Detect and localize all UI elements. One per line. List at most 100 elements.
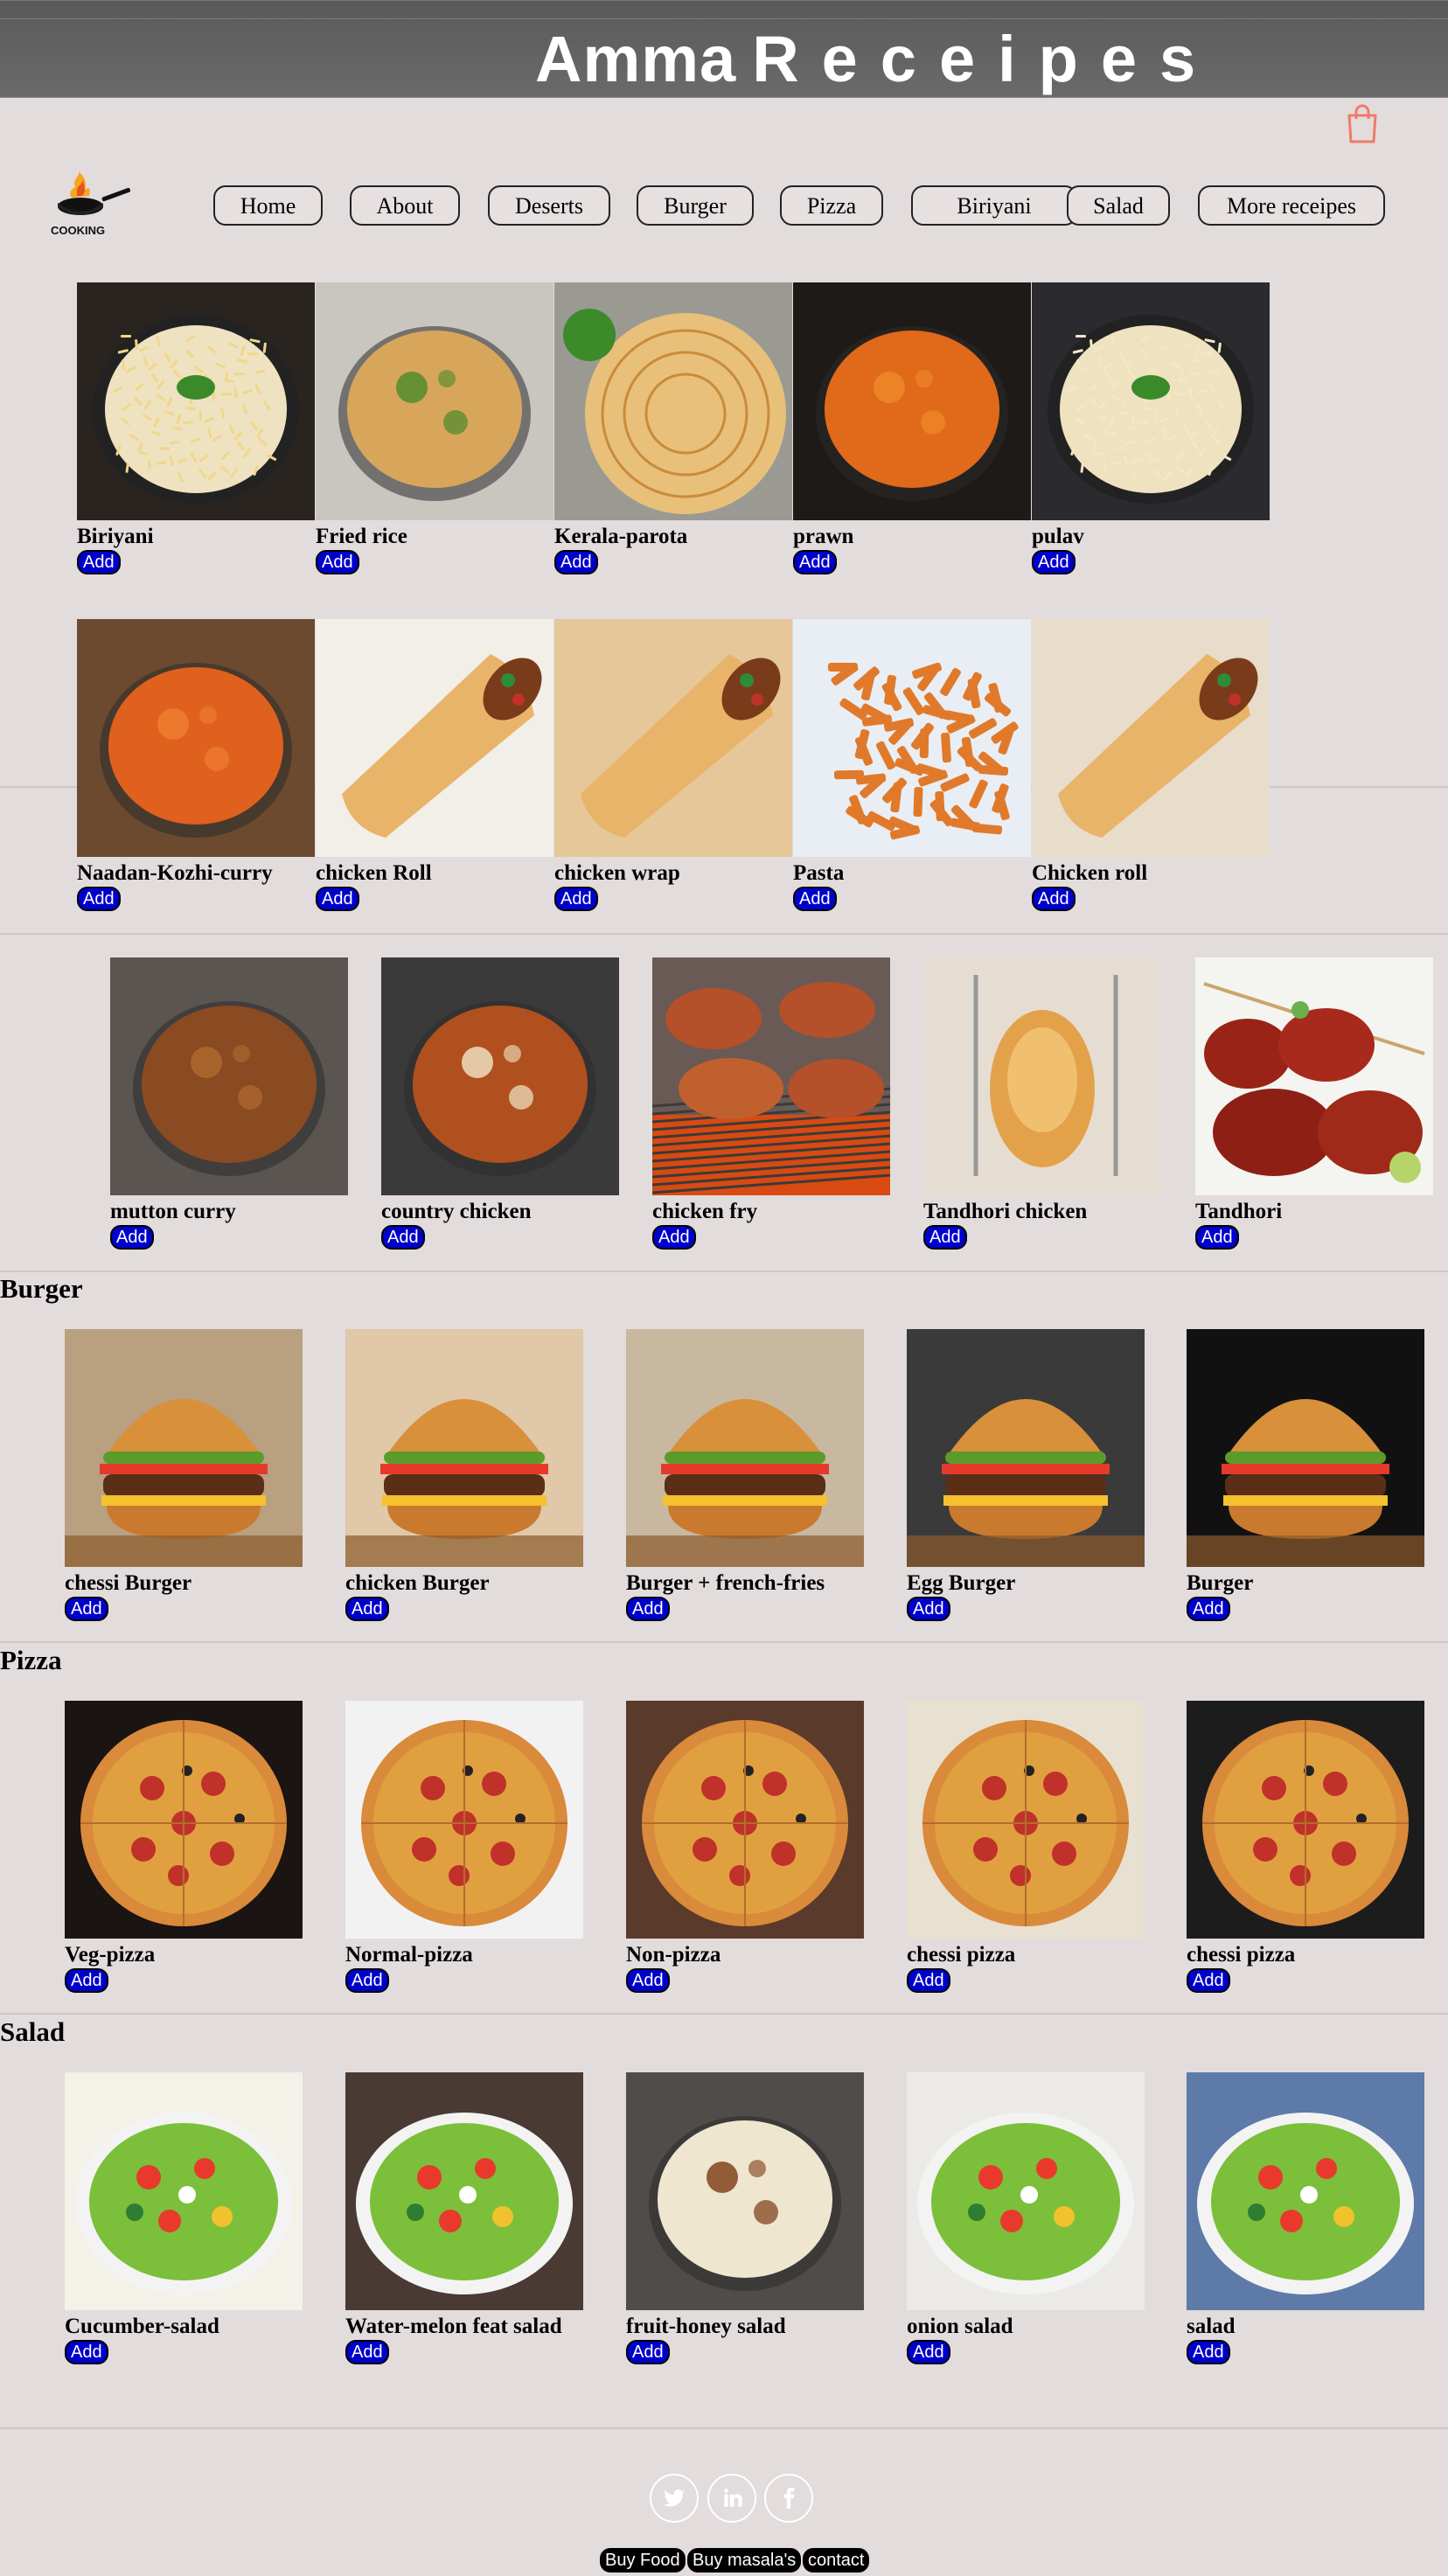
add-button[interactable]: Add [77, 550, 121, 574]
food-image[interactable] [1032, 619, 1270, 857]
facebook-link[interactable] [764, 2474, 813, 2523]
footer-buy-foodbutton[interactable]: Buy Food [600, 2548, 686, 2573]
add-button[interactable]: Add [907, 2340, 950, 2364]
food-image[interactable] [793, 619, 1031, 857]
divider [0, 1641, 1448, 1643]
section-title-salad: Salad [0, 2016, 66, 2047]
food-image[interactable] [626, 2072, 864, 2310]
food-image[interactable] [316, 619, 553, 857]
food-card: salad Add [1187, 2072, 1424, 2364]
add-button[interactable]: Add [345, 2340, 389, 2364]
logo[interactable]: COOKING [45, 171, 136, 238]
food-card: Tandhori Add [1195, 957, 1433, 1250]
food-image[interactable] [554, 619, 792, 857]
footer-buy-masala-sbutton[interactable]: Buy masala's [687, 2548, 802, 2573]
food-image[interactable] [907, 1701, 1145, 1939]
section-title-pizza: Pizza [0, 1645, 62, 1675]
add-button[interactable]: Add [652, 1225, 696, 1250]
food-image[interactable] [316, 282, 553, 520]
add-button[interactable]: Add [110, 1225, 154, 1250]
nav-more-receipes[interactable]: More receipes [1198, 185, 1385, 226]
food-image[interactable] [345, 1701, 583, 1939]
food-image[interactable] [65, 1329, 303, 1567]
food-name: mutton curry [110, 1200, 236, 1223]
add-button[interactable]: Add [1187, 1968, 1230, 1993]
food-name: chicken Roll [316, 861, 432, 885]
food-image[interactable] [110, 957, 348, 1195]
food-image[interactable] [1187, 1329, 1424, 1567]
food-name: chicken fry [652, 1200, 758, 1223]
add-button[interactable]: Add [907, 1968, 950, 1993]
divider [0, 1271, 1448, 1272]
food-image[interactable] [345, 1329, 583, 1567]
nav-salad[interactable]: Salad [1067, 185, 1170, 226]
add-button[interactable]: Add [316, 550, 359, 574]
food-image[interactable] [77, 619, 315, 857]
food-card: Pasta Add [793, 619, 1031, 911]
food-image[interactable] [65, 2072, 303, 2310]
add-button[interactable]: Add [626, 2340, 670, 2364]
add-button[interactable]: Add [793, 550, 837, 574]
food-card: Tandhori chicken Add [923, 957, 1161, 1250]
food-image[interactable] [1187, 2072, 1424, 2310]
food-name: chessi Burger [65, 1571, 192, 1595]
add-button[interactable]: Add [907, 1597, 950, 1621]
food-image[interactable] [907, 2072, 1145, 2310]
linkedin-link[interactable] [707, 2474, 756, 2523]
add-button[interactable]: Add [793, 887, 837, 911]
food-image[interactable] [381, 957, 619, 1195]
add-button[interactable]: Add [1187, 2340, 1230, 2364]
add-button[interactable]: Add [345, 1968, 389, 1993]
nav-about[interactable]: About [350, 185, 460, 226]
food-image[interactable] [554, 282, 792, 520]
food-name: Veg-pizza [65, 1943, 156, 1967]
add-button[interactable]: Add [345, 1597, 389, 1621]
food-image[interactable] [923, 957, 1161, 1195]
nav-pizza[interactable]: Pizza [780, 185, 883, 226]
food-image[interactable] [65, 1701, 303, 1939]
food-image[interactable] [1187, 1701, 1424, 1939]
nav-biriyani[interactable]: Biriyani [911, 185, 1077, 226]
add-button[interactable]: Add [554, 550, 598, 574]
food-image[interactable] [1195, 957, 1433, 1195]
divider [0, 2013, 1448, 2015]
add-button[interactable]: Add [626, 1597, 670, 1621]
nav-home[interactable]: Home [213, 185, 323, 226]
add-button[interactable]: Add [65, 1968, 108, 1993]
add-button[interactable]: Add [316, 887, 359, 911]
food-image[interactable] [907, 1329, 1145, 1567]
add-button[interactable]: Add [1195, 1225, 1239, 1250]
food-image[interactable] [626, 1329, 864, 1567]
linkedin-icon [724, 2489, 742, 2507]
food-image[interactable] [77, 282, 315, 520]
footer-contactbutton[interactable]: contact [803, 2548, 870, 2573]
add-button[interactable]: Add [1032, 887, 1076, 911]
food-card: Water-melon feat salad Add [345, 2072, 583, 2364]
add-button[interactable]: Add [65, 1597, 108, 1621]
site-title-word1: Amma [535, 23, 737, 95]
food-image[interactable] [652, 957, 890, 1195]
food-image[interactable] [1032, 282, 1270, 520]
twitter-link[interactable] [650, 2474, 699, 2523]
add-button[interactable]: Add [923, 1225, 967, 1250]
food-image[interactable] [626, 1701, 864, 1939]
cart-icon[interactable] [1345, 103, 1380, 143]
food-image[interactable] [793, 282, 1031, 520]
add-button[interactable]: Add [626, 1968, 670, 1993]
add-button[interactable]: Add [65, 2340, 108, 2364]
add-button[interactable]: Add [77, 887, 121, 911]
nav-deserts[interactable]: Deserts [488, 185, 610, 226]
logo-text: COOKING [51, 224, 105, 237]
add-button[interactable]: Add [554, 887, 598, 911]
nav-burger[interactable]: Burger [637, 185, 754, 226]
add-button[interactable]: Add [1032, 550, 1076, 574]
food-name: fruit-honey salad [626, 2315, 786, 2338]
food-name: Tandhori [1195, 1200, 1283, 1223]
divider [0, 933, 1448, 935]
add-button[interactable]: Add [381, 1225, 425, 1250]
food-card: Non-pizza Add [626, 1701, 864, 1993]
food-image[interactable] [345, 2072, 583, 2310]
food-name: Water-melon feat salad [345, 2315, 562, 2338]
add-button[interactable]: Add [1187, 1597, 1230, 1621]
food-card: Biriyani Add [77, 282, 315, 574]
